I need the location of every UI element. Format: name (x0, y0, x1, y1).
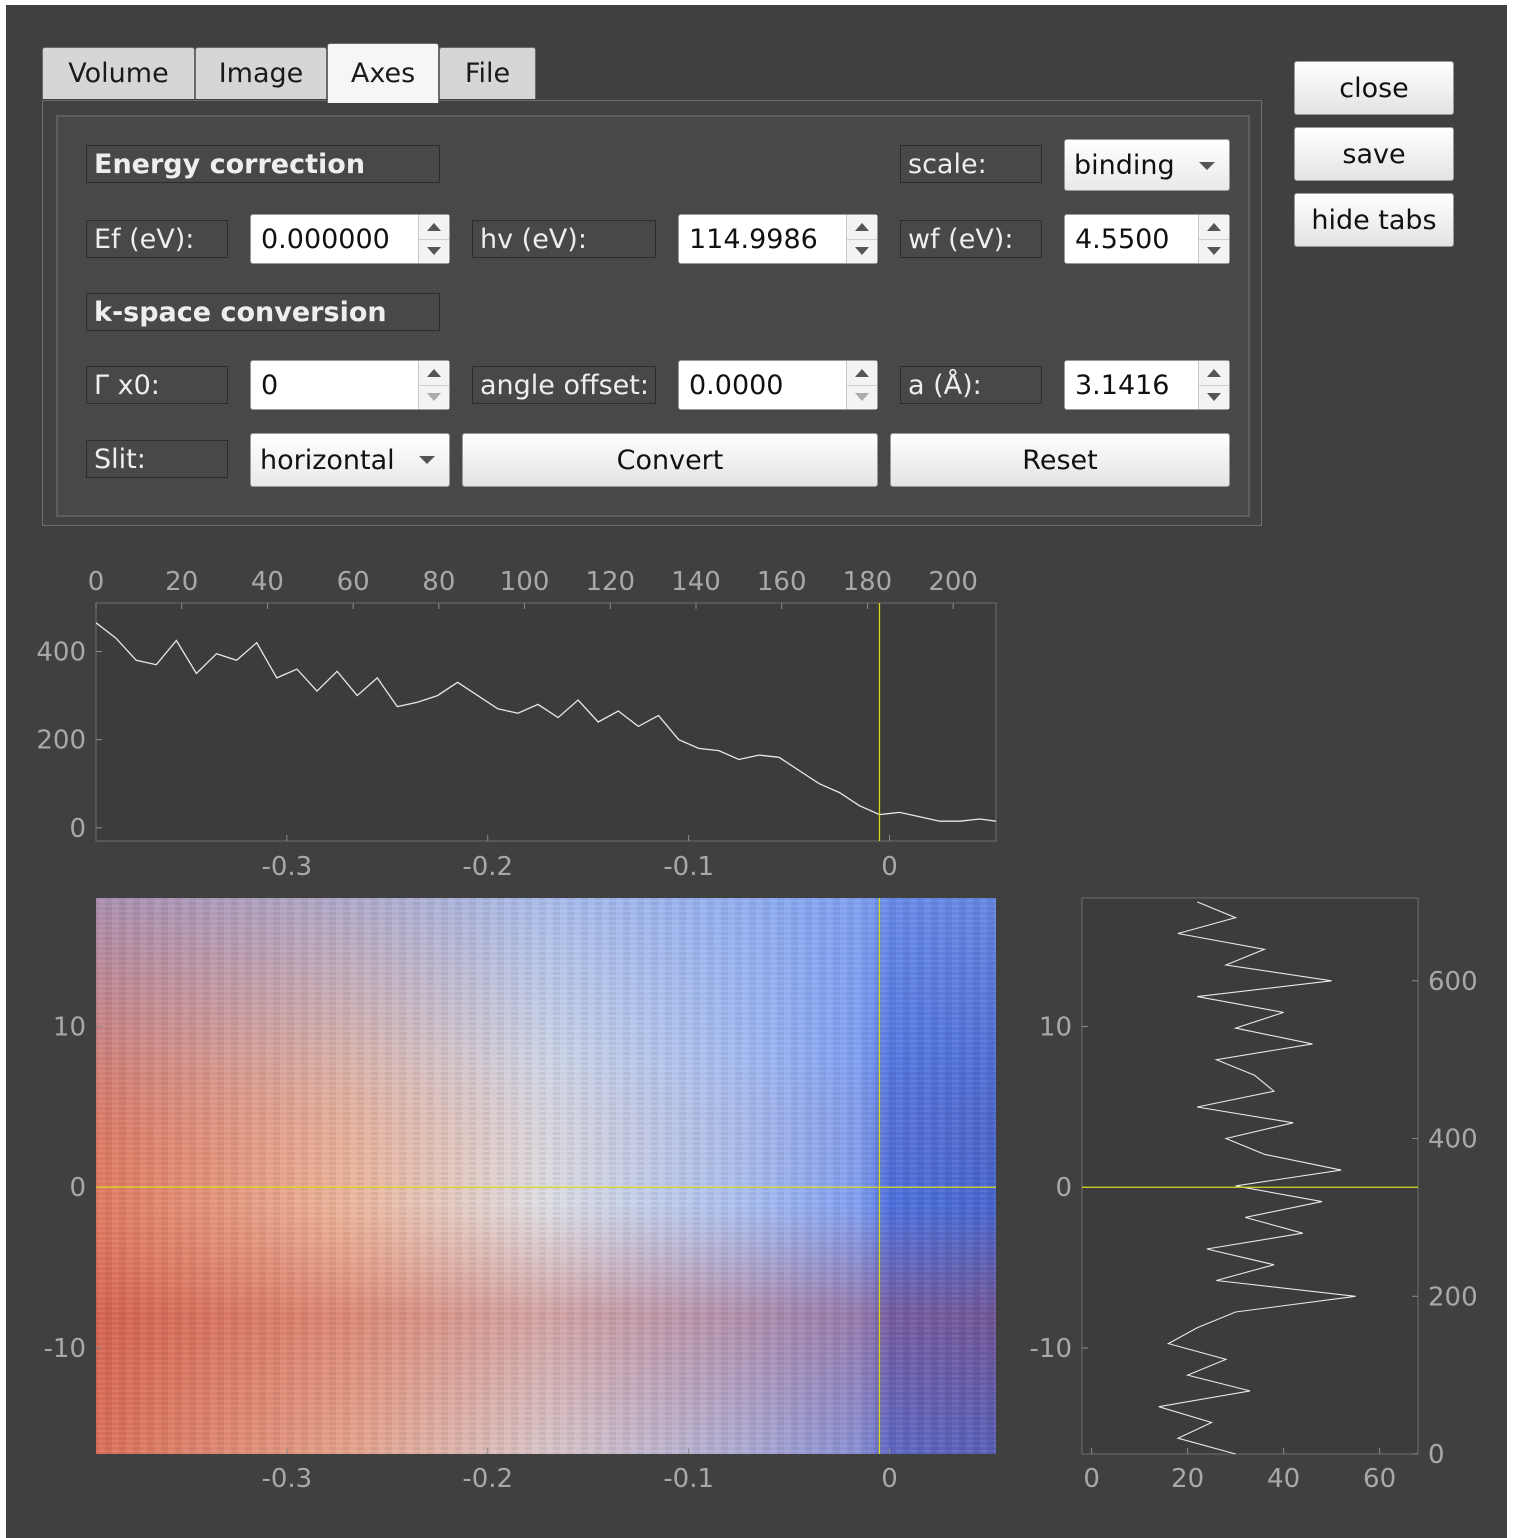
momentum-profile-frame (1081, 897, 1419, 1455)
profile-x-tick-label: -0.2 (462, 852, 513, 882)
top-axis-tick-label: 140 (671, 567, 721, 597)
top-axis-tick-label: 60 (337, 567, 370, 597)
side-x-tick-label: 60 (1363, 1464, 1396, 1494)
side-x-tick-label: 0 (1083, 1464, 1100, 1494)
profile-x-tick-label: 0 (881, 852, 898, 882)
image-y-tick-label: 10 (53, 1013, 86, 1043)
side-x-tick-label: 40 (1267, 1464, 1300, 1494)
plot-area: 0 20 40 60 80 100 120 140 160 180 200 4002000 -0.3… (36, 567, 1478, 1494)
top-axis-tick-label: 100 (500, 567, 550, 597)
top-axis-tick-label: 160 (757, 567, 807, 597)
top-axis-tick-label: 180 (843, 567, 893, 597)
profile-y-tick-label: 200 (36, 726, 86, 756)
energy-profile-frame (95, 602, 997, 842)
spectrum-image-texture (96, 898, 996, 1454)
side-right-tick-label: 200 (1428, 1282, 1478, 1312)
side-right-tick-label: 400 (1428, 1125, 1478, 1155)
profile-x-tick-label: -0.3 (261, 852, 312, 882)
spectrum-image-plot: -0.3 -0.2 -0.1 0 10 0 -10 (44, 898, 996, 1494)
side-left-tick-label: 10 (1039, 1013, 1072, 1043)
image-y-tick-label: -10 (44, 1334, 86, 1364)
image-x-tick-label: -0.2 (462, 1464, 513, 1494)
top-axis-tick-label: 20 (165, 567, 198, 597)
top-axis-tick-label: 200 (928, 567, 978, 597)
image-x-tick-label: -0.1 (663, 1464, 714, 1494)
energy-profile-plot: 0 20 40 60 80 100 120 140 160 180 200 400 200 0 -0.3… (36, 567, 997, 882)
profile-y-tick-label: 400 (36, 637, 86, 667)
side-left-tick-label: 0 (1055, 1173, 1072, 1203)
top-axis-tick-label: 120 (585, 567, 635, 597)
image-y-tick-label: 0 (69, 1173, 86, 1203)
momentum-profile-plot: 10 0 -10 600 400 200 0 0 20 40 60 (1030, 897, 1478, 1494)
side-right-tick-label: 600 (1428, 967, 1478, 997)
top-axis-tick-label: 0 (88, 567, 105, 597)
profile-x-tick-label: -0.1 (663, 852, 714, 882)
side-x-tick-label: 20 (1171, 1464, 1204, 1494)
top-axis-tick-label: 40 (251, 567, 284, 597)
image-x-tick-label: 0 (881, 1464, 898, 1494)
profile-y-tick-label: 0 (69, 814, 86, 844)
side-left-tick-label: -10 (1030, 1334, 1072, 1364)
top-axis-tick-label: 80 (422, 567, 455, 597)
image-x-tick-label: -0.3 (261, 1464, 312, 1494)
side-right-tick-label: 0 (1428, 1440, 1445, 1470)
